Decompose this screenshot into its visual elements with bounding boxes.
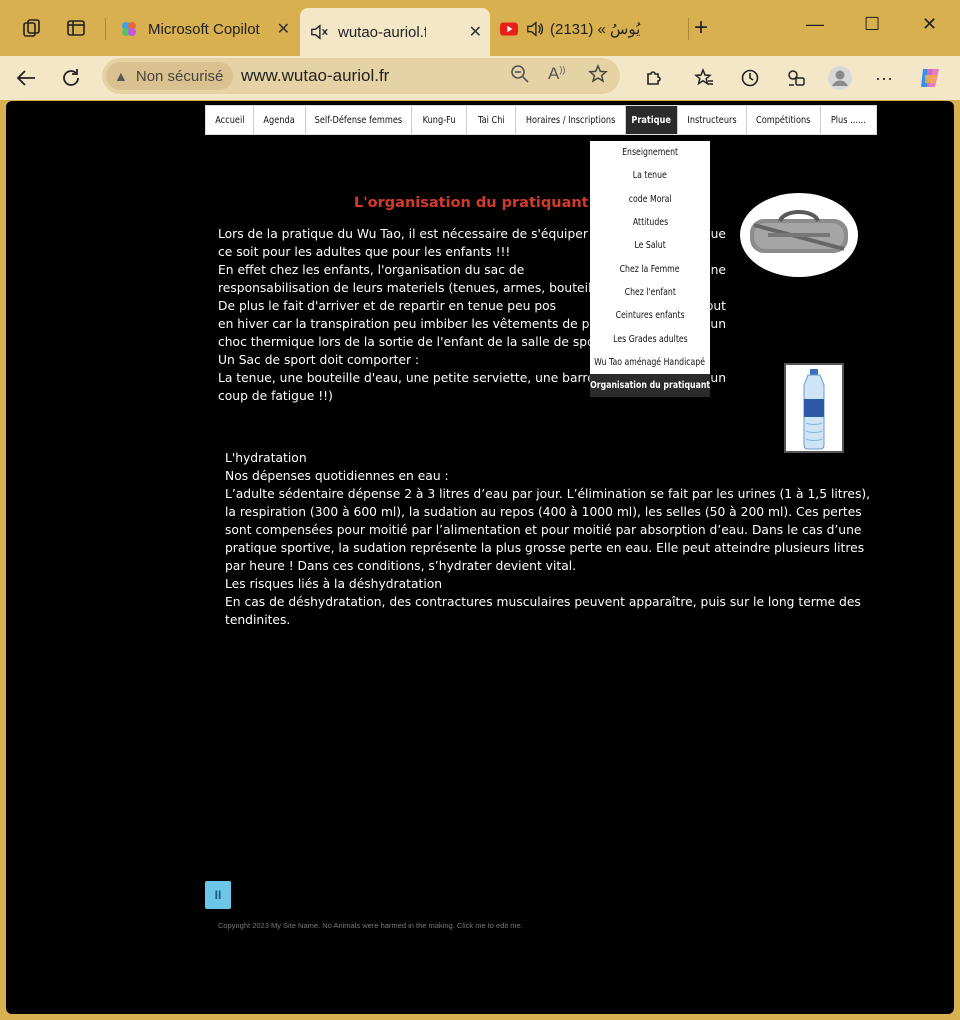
url-text[interactable]: www.wutao-auriol.fr	[241, 66, 389, 86]
tab-title: Microsoft Copilot	[148, 20, 260, 38]
hydration-section: L'hydratation Nos dépenses quotidiennes …	[225, 449, 875, 629]
copyright-text[interactable]: Copyright 2023 My Site Name. No Animals …	[218, 921, 523, 930]
profile-avatar-icon[interactable]	[826, 64, 854, 92]
pratique-dropdown: Enseignement La tenue code Moral Attitud…	[590, 141, 710, 398]
menu-item-competitions[interactable]: Compétitions	[747, 106, 821, 134]
dropdown-item-chez-la-femme[interactable]: Chez la Femme	[590, 257, 710, 280]
menu-item-horaires[interactable]: Horaires / Inscriptions	[516, 106, 626, 134]
close-icon[interactable]: ✕	[277, 19, 290, 39]
web-page: Accueil Agenda Self-Défense femmes Kung-…	[6, 101, 954, 1014]
sport-bag-image	[740, 193, 858, 277]
more-options-icon[interactable]: ···	[870, 64, 898, 92]
browser-toolbar: ▲ Non sécurisé www.wutao-auriol.fr A)) ·…	[0, 56, 960, 100]
close-icon[interactable]: ✕	[469, 22, 482, 42]
browser-tab-bar: Microsoft Copilot ✕ wutao-auriol.fr ✕ (2…	[0, 0, 960, 56]
tab-youtube[interactable]: (2131) « يُوسُ	[496, 10, 686, 48]
maximize-button[interactable]: ☐	[864, 14, 880, 35]
tab-copilot[interactable]: Microsoft Copilot ✕	[110, 10, 298, 48]
page-heading: L'organisation du pratiquant	[354, 195, 589, 211]
dropdown-item-organisation[interactable]: Organisation du pratiquant	[590, 373, 710, 398]
workspaces-icon[interactable]	[18, 14, 46, 42]
menu-item-self-defense[interactable]: Self-Défense femmes	[306, 106, 412, 134]
tab-title: (2131) « يُوسُ	[550, 21, 641, 38]
risks-title: Les risques liés à la déshydratation	[225, 577, 443, 591]
dropdown-item-la-tenue[interactable]: La tenue	[590, 164, 710, 187]
copilot-icon	[120, 20, 138, 38]
favorites-icon[interactable]	[690, 64, 718, 92]
dropdown-item-ceintures-enfants[interactable]: Ceintures enfants	[590, 304, 710, 327]
dropdown-item-grades-adultes[interactable]: Les Grades adultes	[590, 327, 710, 350]
read-aloud-icon[interactable]: A))	[548, 64, 565, 84]
minimize-button[interactable]: —	[806, 14, 824, 35]
hydration-subtitle: Nos dépenses quotidiennes en eau :	[225, 469, 449, 483]
copilot-sidebar-icon[interactable]	[916, 64, 944, 92]
pause-button[interactable]: II	[205, 881, 231, 909]
hydration-body: L’adulte sédentaire dépense 2 à 3 litres…	[225, 487, 871, 573]
new-tab-button[interactable]: +	[694, 14, 708, 42]
zoom-icon[interactable]	[510, 64, 530, 89]
refresh-button[interactable]	[57, 64, 85, 92]
close-window-button[interactable]: ✕	[922, 14, 937, 35]
menu-item-plus[interactable]: Plus ......	[821, 106, 876, 134]
speaker-icon[interactable]	[526, 20, 544, 38]
favorite-star-icon[interactable]	[588, 64, 608, 89]
history-icon[interactable]	[736, 64, 764, 92]
risks-body: En cas de déshydratation, des contractur…	[225, 595, 861, 627]
menu-item-accueil[interactable]: Accueil	[206, 106, 254, 134]
dropdown-item-code-moral[interactable]: code Moral	[590, 188, 710, 211]
tab-wutao[interactable]: wutao-auriol.fr ✕	[300, 8, 490, 56]
dropdown-item-le-salut[interactable]: Le Salut	[590, 234, 710, 257]
youtube-icon	[500, 20, 518, 38]
dropdown-item-attitudes[interactable]: Attitudes	[590, 211, 710, 234]
menu-item-kung-fu[interactable]: Kung-Fu	[412, 106, 467, 134]
warning-icon: ▲	[114, 68, 128, 84]
menu-item-instructeurs[interactable]: Instructeurs	[678, 106, 747, 134]
dropdown-item-enseignement[interactable]: Enseignement	[590, 141, 710, 164]
extensions-icon[interactable]	[640, 64, 668, 92]
security-label: Non sécurisé	[135, 67, 224, 85]
dropdown-item-chez-l-enfant[interactable]: Chez l'enfant	[590, 281, 710, 304]
back-button[interactable]	[12, 64, 40, 92]
muted-speaker-icon[interactable]	[310, 23, 328, 41]
site-menu: Accueil Agenda Self-Défense femmes Kung-…	[205, 105, 877, 135]
menu-item-tai-chi[interactable]: Tai Chi	[467, 106, 516, 134]
hydration-title: L'hydratation	[225, 451, 307, 465]
tab-title: wutao-auriol.fr	[338, 23, 426, 41]
security-indicator[interactable]: ▲ Non sécurisé	[106, 62, 234, 90]
menu-item-pratique[interactable]: Pratique	[626, 106, 678, 134]
tab-actions-icon[interactable]	[62, 14, 90, 42]
address-bar[interactable]: ▲ Non sécurisé www.wutao-auriol.fr A))	[102, 58, 620, 94]
dropdown-item-handicape[interactable]: Wu Tao aménagé Handicapé	[590, 351, 710, 374]
collections-icon[interactable]	[782, 64, 810, 92]
water-bottle-image	[784, 363, 844, 453]
menu-item-agenda[interactable]: Agenda	[254, 106, 306, 134]
